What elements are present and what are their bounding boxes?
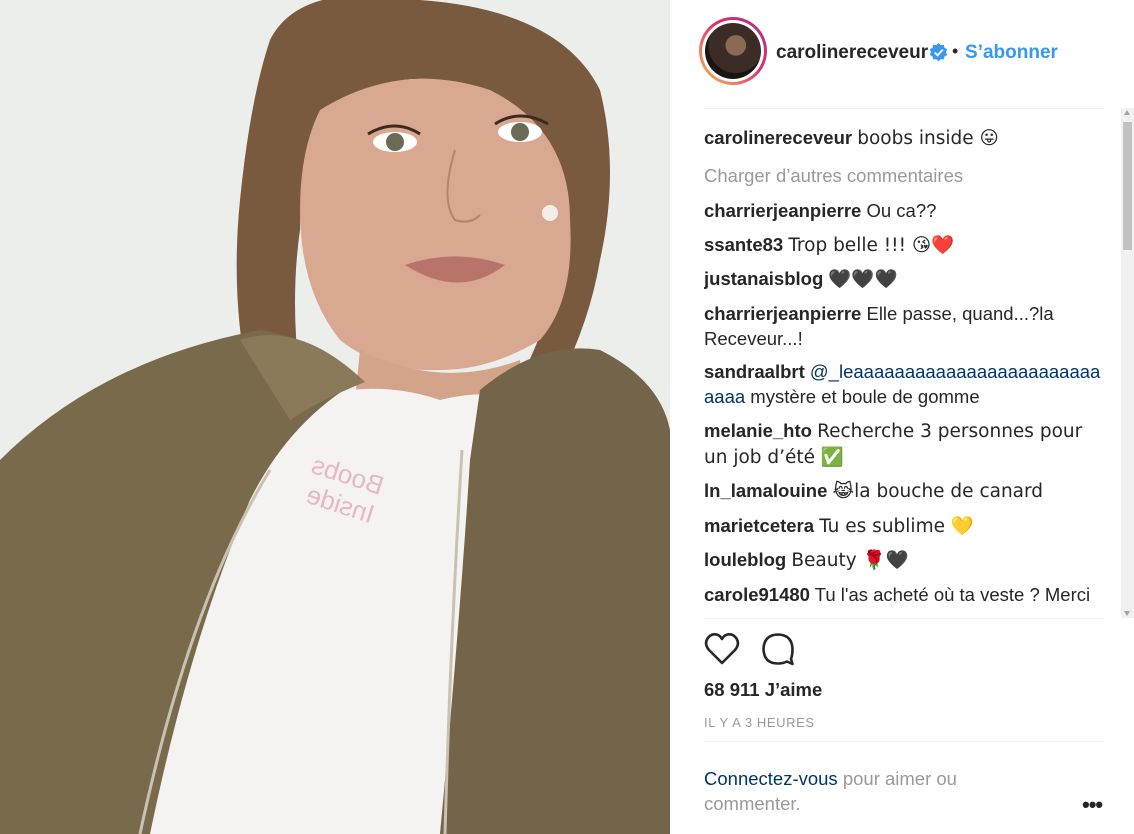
comment-item: marietcetera Tu es sublime 💛 [704, 513, 1104, 539]
comments-list[interactable]: carolinereceveur boobs inside 😛 Charger … [704, 120, 1104, 617]
caption-username[interactable]: carolinereceveur [704, 127, 852, 148]
comment-username[interactable]: sandraalbrt [704, 361, 805, 382]
speech-bubble-icon[interactable] [760, 632, 796, 666]
post-caption: carolinereceveur boobs inside 😛 [704, 125, 1104, 151]
comment-username[interactable]: melanie_hto [704, 420, 812, 441]
comment-text: Ou ca?? [866, 200, 937, 221]
comments-scrollbar[interactable] [1121, 108, 1134, 618]
comment-username[interactable]: carole91480 [704, 584, 810, 605]
footer-divider [704, 741, 1104, 742]
verified-badge-icon [929, 43, 948, 62]
comment-item: carole91480 Tu l'as acheté où ta veste ?… [704, 582, 1104, 607]
comment-item: melanie_hto Recherche 3 personnes pour u… [704, 418, 1104, 470]
caption-text: boobs inside 😛 [857, 128, 999, 149]
scroll-down-arrow-icon[interactable] [1124, 611, 1130, 616]
separator-dot: • [952, 41, 959, 61]
comment-text: mystère et boule de gomme [745, 386, 980, 407]
comment-item: ln_lamalouine 😹la bouche de canard [704, 478, 1104, 504]
post-username[interactable]: carolinereceveur [776, 42, 928, 64]
comment-item: louleblog Beauty 🌹🖤 [704, 547, 1104, 573]
comment-item: charrierjeanpierre Elle passe, quand...?… [704, 301, 1104, 351]
comment-username[interactable]: justanaisblog [704, 268, 823, 289]
post-sidebar: carolinereceveur • S’abonner carolinerec… [670, 0, 1134, 834]
post-header: carolinereceveur • S’abonner [670, 0, 1134, 108]
comment-username[interactable]: louleblog [704, 549, 786, 570]
comment-text: Tu es sublime 💛 [819, 515, 974, 537]
comment-text: 😹la bouche de canard [832, 481, 1044, 502]
avatar-frame [702, 20, 764, 82]
scroll-up-arrow-icon[interactable] [1124, 110, 1130, 115]
header-divider [704, 108, 1104, 109]
comment-text: Beauty 🌹🖤 [791, 550, 909, 571]
comment-item: justanaisblog 🖤🖤🖤 [704, 266, 1104, 292]
comment-username[interactable]: charrierjeanpierre [704, 303, 861, 324]
follow-button[interactable]: S’abonner [965, 42, 1058, 64]
post-timestamp[interactable]: IL Y A 3 HEURES [704, 715, 815, 730]
more-options-icon[interactable]: ••• [1082, 792, 1103, 818]
comment-item: ssante83 Trop belle !!! 😘❤️ [704, 232, 1104, 258]
actions-divider [704, 618, 1104, 619]
selfie-image: Boobs Inside [0, 0, 670, 834]
load-more-comments-button[interactable]: Charger d’autres commentaires [704, 163, 1104, 188]
comment-text: Trop belle !!! 😘❤️ [788, 234, 955, 256]
scrollbar-thumb[interactable] [1123, 122, 1132, 250]
comment-username[interactable]: ssante83 [704, 234, 783, 255]
heart-outline-icon[interactable] [704, 632, 740, 666]
comment-item: charrierjeanpierre Ou ca?? [704, 198, 1104, 223]
comment-text: 🖤🖤🖤 [828, 269, 898, 290]
avatar-image [705, 23, 761, 79]
post-actions [704, 630, 904, 670]
comment-text: Tu l'as acheté où ta veste ? Merci [814, 583, 1091, 605]
comment-username[interactable]: ln_lamalouine [704, 480, 827, 501]
login-link[interactable]: Connectez-vous [704, 768, 838, 789]
avatar[interactable] [699, 17, 767, 85]
post-photo[interactable]: Boobs Inside [0, 0, 670, 834]
comment-item: sandraalbrt @_leaaaaaaaaaaaaaaaaaaaaaaaa… [704, 359, 1104, 409]
comment-username[interactable]: charrierjeanpierre [704, 200, 861, 221]
likes-count[interactable]: 68 911 J’aime [704, 679, 822, 701]
comment-username[interactable]: marietcetera [704, 515, 814, 536]
login-prompt: Connectez-vous pour aimer ou commenter. [704, 766, 1034, 816]
